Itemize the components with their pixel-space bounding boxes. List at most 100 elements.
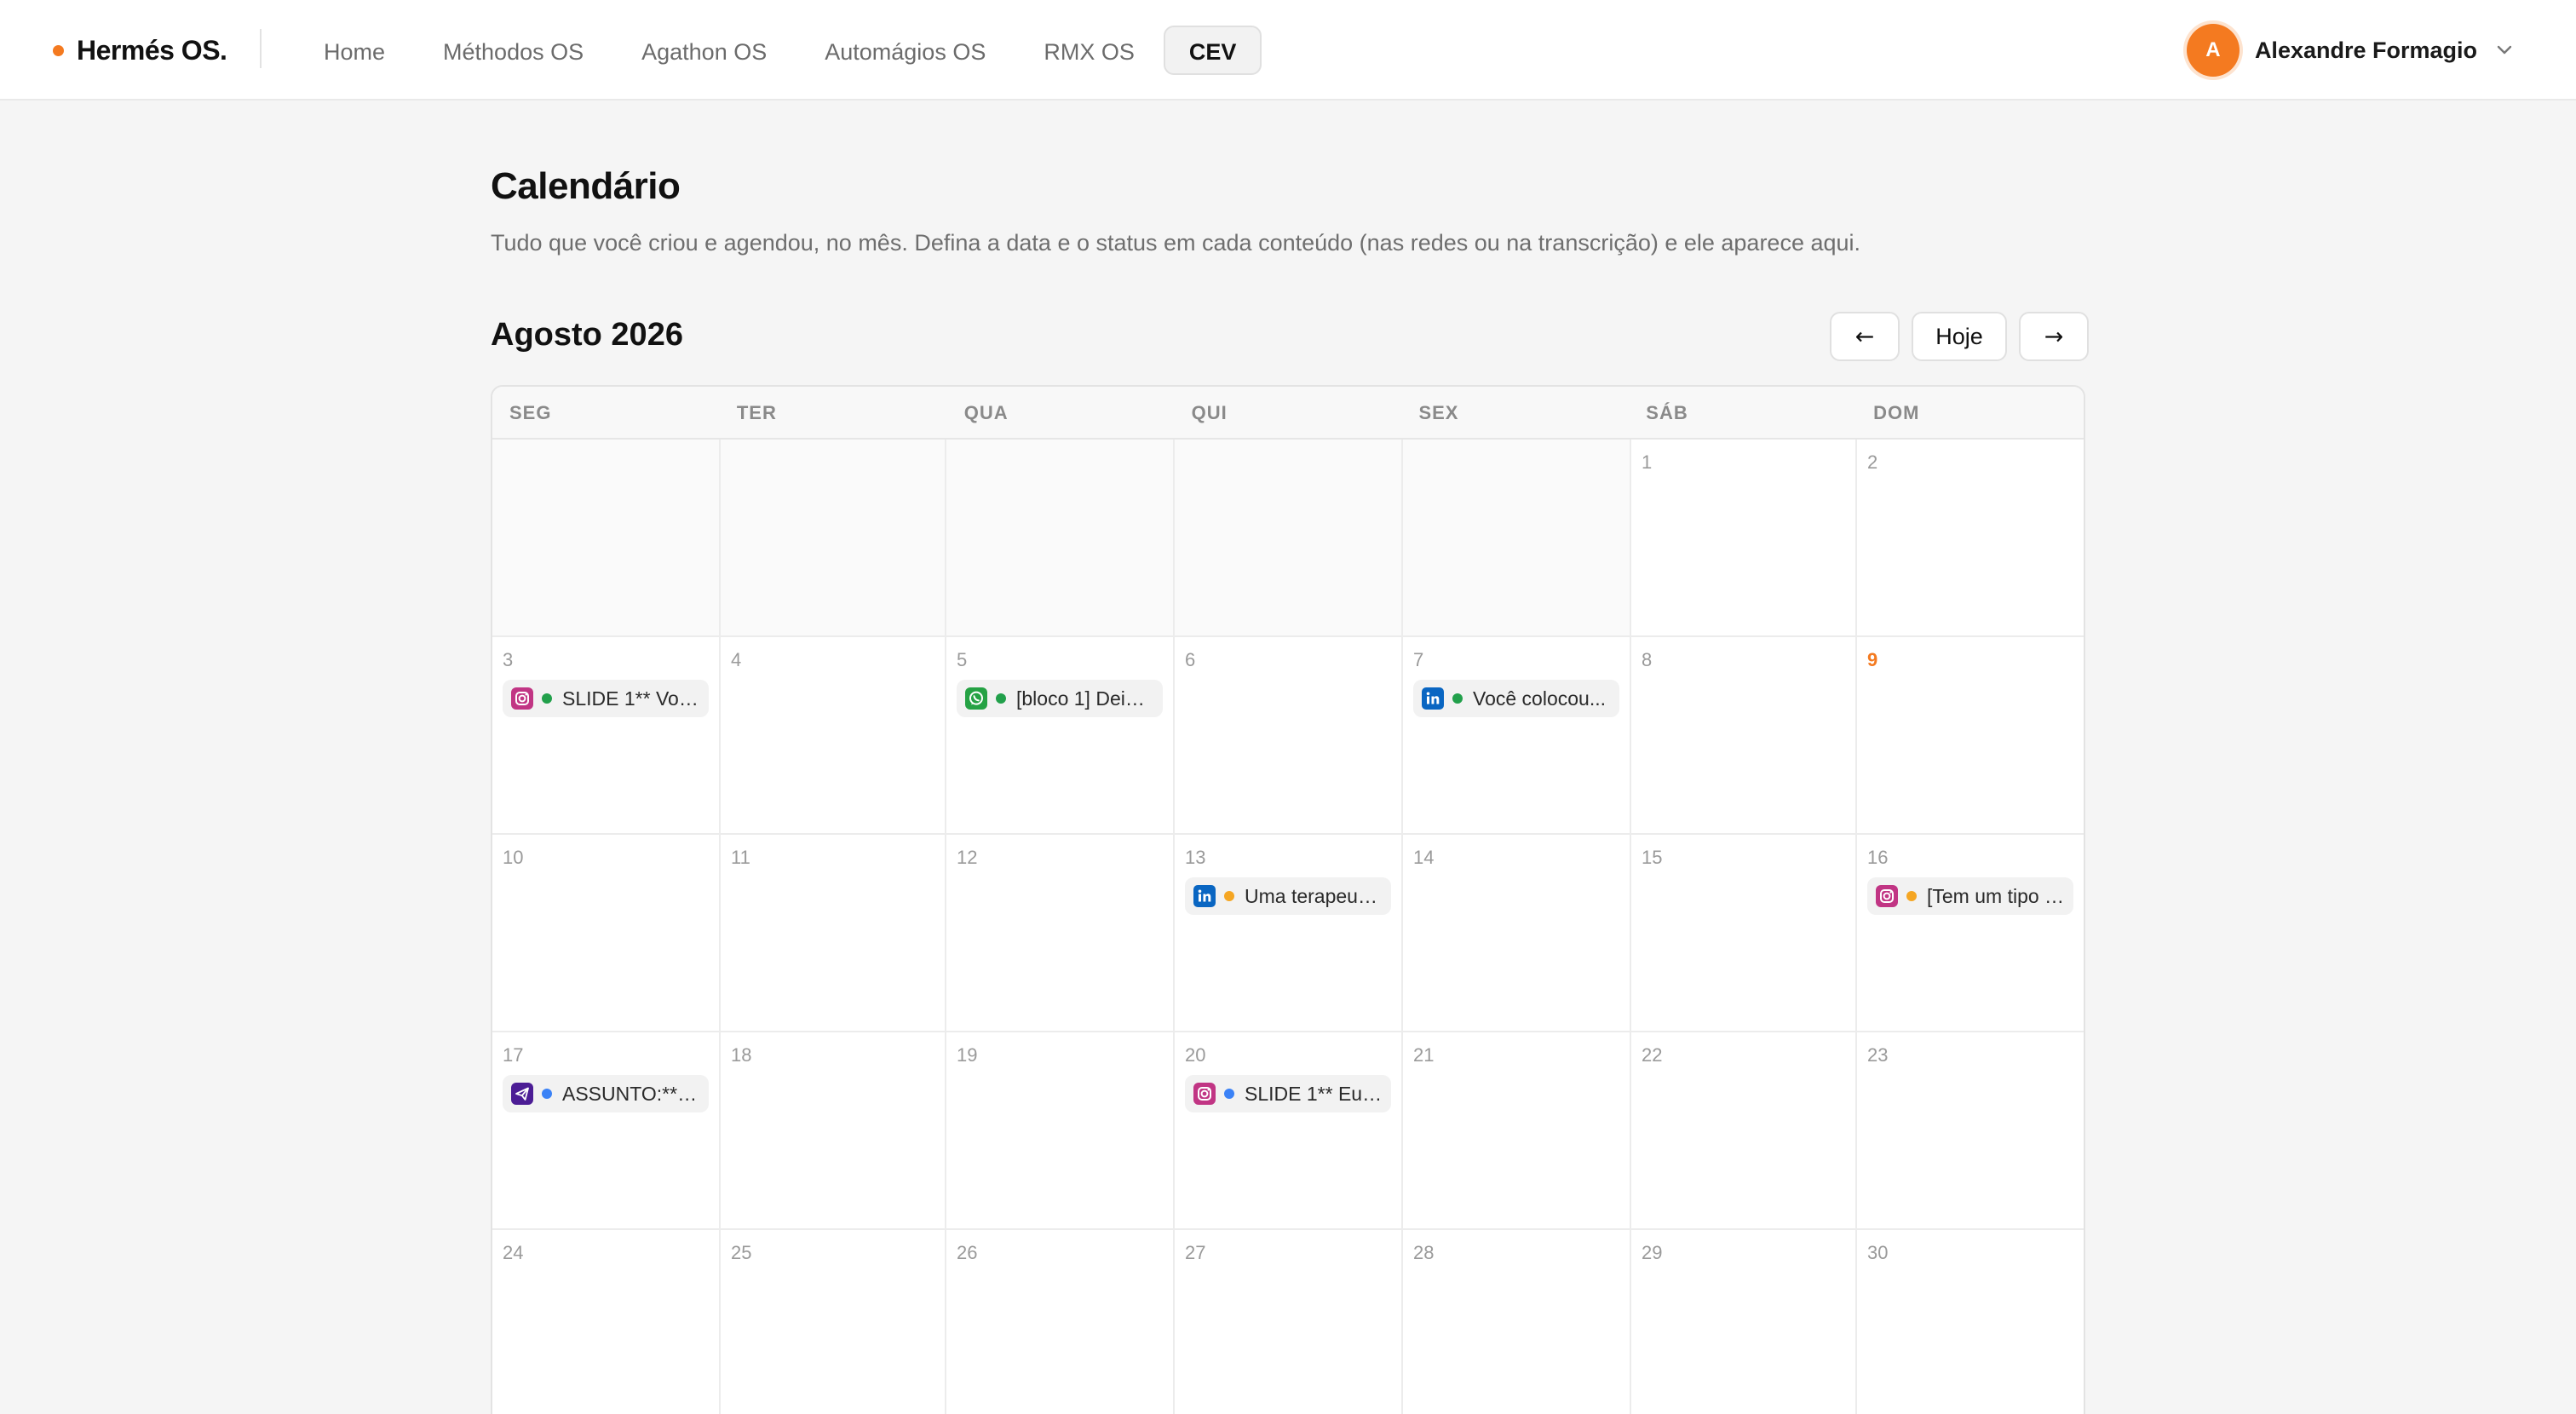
day-number: 13 — [1185, 847, 1206, 868]
day-number: 4 — [731, 649, 742, 670]
month-title: Agosto 2026 — [491, 317, 683, 353]
day-number: 12 — [957, 847, 978, 868]
calendar-day-cell[interactable]: 30 — [1857, 1230, 2084, 1414]
today-button[interactable]: Hoje — [1912, 312, 2007, 361]
instagram-icon — [1876, 885, 1898, 907]
weekday-label: QUA — [963, 402, 1009, 423]
calendar-day-cell[interactable]: 21 — [1403, 1032, 1631, 1230]
user-menu[interactable]: A Alexandre Formagio — [2186, 24, 2513, 77]
calendar-day-cell[interactable]: 22 — [1631, 1032, 1857, 1230]
calendar-day-cell[interactable]: 3 SLIDE 1** Você... — [492, 637, 721, 835]
event-title: Você colocou... — [1473, 687, 1606, 710]
calendar-day-cell[interactable]: 11 — [721, 835, 946, 1032]
calendar-event-chip[interactable]: Você colocou... — [1413, 680, 1619, 717]
calendar-day-cell[interactable]: 18 — [721, 1032, 946, 1230]
weekday-label: QUI — [1191, 402, 1228, 423]
calendar-day-cell[interactable]: 1 — [1631, 440, 1857, 637]
nav-tab-home[interactable]: Home — [295, 26, 414, 75]
day-number: 25 — [731, 1242, 752, 1263]
next-month-button[interactable]: → — [2019, 312, 2089, 361]
calendar-grid: SEGTERQUAQUISEXSÁBDOM 123SLIDE 1** Você.… — [491, 385, 2085, 1414]
nav-tab-m-thodos-os[interactable]: Méthodos OS — [414, 26, 612, 75]
nav-tab-rmx-os[interactable]: RMX OS — [1015, 26, 1164, 75]
day-number: 19 — [957, 1044, 978, 1066]
calendar-day-cell[interactable]: 2 — [1857, 440, 2084, 637]
nav-tab-autom-gios-os[interactable]: Automágios OS — [796, 26, 1015, 75]
day-number: 29 — [1642, 1242, 1663, 1263]
weekday-label: TER — [736, 402, 777, 423]
calendar-day-cell[interactable]: 9 — [1857, 637, 2084, 835]
calendar-event-chip[interactable]: SLIDE 1** Você... — [503, 680, 709, 717]
calendar-day-cell[interactable]: 27 — [1175, 1230, 1403, 1414]
day-number: 24 — [503, 1242, 524, 1263]
brand-logo[interactable]: Hermés OS. — [53, 32, 227, 69]
whatsapp-icon — [965, 687, 987, 710]
event-title: Uma terapeuta... — [1245, 884, 1383, 907]
event-title: ASSUNTO:** -... — [562, 1082, 700, 1105]
event-title: SLIDE 1** Eu a... — [1245, 1082, 1383, 1105]
status-dot — [996, 693, 1006, 704]
day-number: 10 — [503, 847, 524, 868]
day-number: 9 — [1867, 649, 1878, 670]
calendar-day-cell[interactable]: 29 — [1631, 1230, 1857, 1414]
brand-dot-icon — [53, 44, 64, 56]
weekday-label: SÁB — [1646, 402, 1688, 423]
calendar-day-cell[interactable]: 23 — [1857, 1032, 2084, 1230]
chevron-down-icon[interactable] — [2496, 42, 2513, 59]
day-number: 18 — [731, 1044, 752, 1066]
calendar-empty-cell — [946, 440, 1175, 637]
calendar-day-cell[interactable]: 10 — [492, 835, 721, 1032]
main-nav: Home Méthodos OS Agathon OS Automágios OS RM… — [295, 26, 1262, 75]
calendar-day-cell[interactable]: 14 — [1403, 835, 1631, 1032]
user-name[interactable]: Alexandre Formagio — [2255, 37, 2477, 64]
calendar-event-chip[interactable]: [Tem um tipo de... — [1867, 877, 2073, 915]
calendar-day-cell[interactable]: 28 — [1403, 1230, 1631, 1414]
calendar-day-cell[interactable]: 17 ASSUNTO:** -... — [492, 1032, 721, 1230]
calendar-event-chip[interactable]: ASSUNTO:** -... — [503, 1075, 709, 1112]
day-number: 14 — [1413, 847, 1435, 868]
day-number: 15 — [1642, 847, 1663, 868]
nav-tab-agathon-os[interactable]: Agathon OS — [612, 26, 796, 75]
day-number: 8 — [1642, 649, 1653, 670]
calendar-day-cell[interactable]: 6 — [1175, 637, 1403, 835]
avatar[interactable]: A — [2186, 24, 2240, 77]
day-number: 7 — [1413, 649, 1424, 670]
day-number: 22 — [1642, 1044, 1663, 1066]
event-title: [Tem um tipo de... — [1927, 884, 2065, 907]
weekday-label: SEX — [1418, 402, 1459, 423]
instagram-icon — [1193, 1083, 1216, 1105]
linkedin-icon — [1422, 687, 1444, 710]
calendar-day-cell[interactable]: 7 Você colocou... — [1403, 637, 1631, 835]
calendar-day-cell[interactable]: 5 [bloco 1] Deixa... — [946, 637, 1175, 835]
email-icon — [511, 1083, 533, 1105]
status-dot — [1224, 891, 1234, 901]
calendar-event-chip[interactable]: Uma terapeuta... — [1185, 877, 1391, 915]
day-number: 28 — [1413, 1242, 1435, 1263]
calendar-event-chip[interactable]: SLIDE 1** Eu a... — [1185, 1075, 1391, 1112]
status-dot — [542, 1089, 552, 1099]
page-title: Calendário — [491, 165, 681, 207]
calendar-day-cell[interactable]: 24 — [492, 1230, 721, 1414]
calendar-day-cell[interactable]: 16 [Tem um tipo de... — [1857, 835, 2084, 1032]
status-dot — [1452, 693, 1463, 704]
calendar-day-cell[interactable]: 4 — [721, 637, 946, 835]
calendar-event-chip[interactable]: [bloco 1] Deixa... — [957, 680, 1163, 717]
day-number: 11 — [731, 847, 750, 868]
prev-month-button[interactable]: ← — [1830, 312, 1900, 361]
calendar-day-cell[interactable]: 8 — [1631, 637, 1857, 835]
weekday-label: DOM — [1873, 402, 1920, 423]
top-bar: Hermés OS. Home Méthodos OS Agathon OS Auto… — [0, 0, 2576, 101]
calendar-day-cell[interactable]: 13 Uma terapeuta... — [1175, 835, 1403, 1032]
calendar-day-cell[interactable]: 20 SLIDE 1** Eu a... — [1175, 1032, 1403, 1230]
calendar-day-cell[interactable]: 15 — [1631, 835, 1857, 1032]
day-number: 16 — [1867, 847, 1889, 868]
nav-tab-cev[interactable]: CEV — [1163, 26, 1262, 75]
weekday-header: SEG TER QUA QUI SEX SÁB DOM — [492, 387, 2084, 440]
calendar-day-cell[interactable]: 12 — [946, 835, 1175, 1032]
weekday-label: SEG — [509, 402, 552, 423]
calendar-day-cell[interactable]: 19 — [946, 1032, 1175, 1230]
calendar-day-cell[interactable]: 25 — [721, 1230, 946, 1414]
calendar-day-cell[interactable]: 26 — [946, 1230, 1175, 1414]
day-number: 26 — [957, 1242, 978, 1263]
status-dot — [1906, 891, 1917, 901]
